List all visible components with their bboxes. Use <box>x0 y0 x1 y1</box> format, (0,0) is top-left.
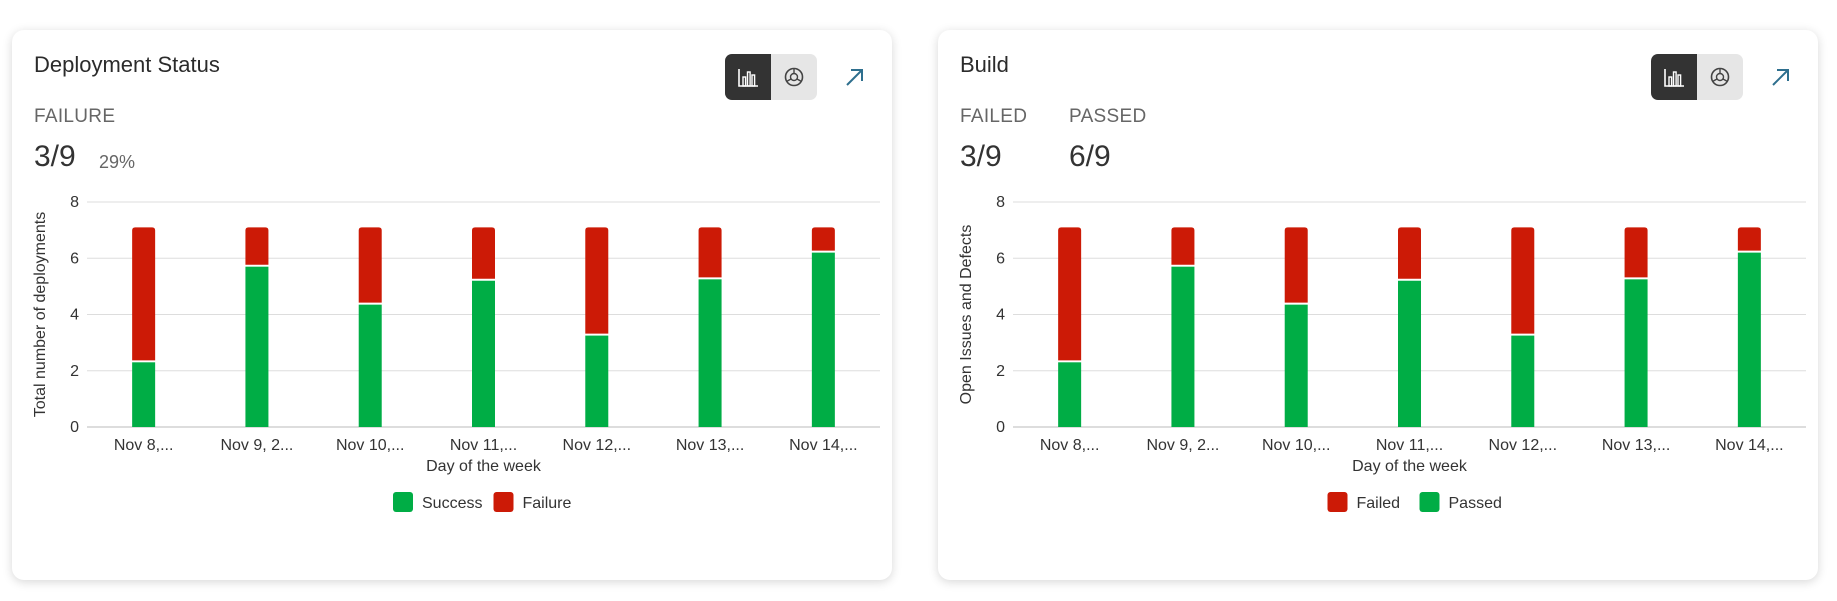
bar-failed <box>1624 227 1648 278</box>
x-tick-label: Nov 14,... <box>789 437 857 454</box>
legend-swatch-failed <box>1327 492 1348 512</box>
x-tick-label: Nov 10,... <box>336 437 404 454</box>
bar-failure <box>698 227 722 278</box>
deployment-status-card: Deployment Status FAILURE 3/9 29% 02468N <box>12 30 892 580</box>
expand-button[interactable] <box>1768 64 1794 90</box>
build-chart: 0 2 4 6 8 Nov 8,... Nov 9, 2... Nov 10,... Nov 1… <box>958 194 1806 512</box>
pie-chart-toggle-button[interactable] <box>1697 54 1743 100</box>
bar-passed <box>1284 304 1308 427</box>
failure-metric: FAILURE 3/9 29% <box>34 106 135 173</box>
x-tick-label: Nov 9, 2... <box>1146 437 1219 454</box>
x-tick-label: Nov 10,... <box>1262 437 1330 454</box>
x-tick-label: Nov 12,... <box>1489 437 1557 454</box>
bar-success <box>245 266 269 427</box>
bar-failure <box>132 227 156 361</box>
y-tick-label: 8 <box>996 194 1005 211</box>
y-tick-label: 6 <box>70 250 79 267</box>
y-tick-label: 4 <box>996 307 1005 324</box>
bar-chart-icon <box>738 69 758 87</box>
metric-value: 3/9 <box>960 140 1002 173</box>
pie-chart-toggle-button[interactable] <box>771 54 817 100</box>
bar-success <box>698 279 722 427</box>
legend-label-failure: Failure <box>523 495 572 512</box>
x-tick-label: Nov 13,... <box>676 437 744 454</box>
legend-swatch-failure <box>493 492 514 512</box>
x-tick-label: Nov 11,... <box>450 437 517 454</box>
legend-label-success: Success <box>422 495 482 512</box>
metric-percentage: 29% <box>99 152 136 172</box>
card-title: Build <box>960 52 1009 77</box>
pie-chart-icon <box>1710 67 1730 87</box>
y-tick-label: 4 <box>70 307 79 324</box>
metric-value: 3/9 <box>34 140 76 173</box>
bar-failure <box>811 227 835 251</box>
bar-failed <box>1058 227 1082 361</box>
arrow-up-right-icon <box>846 69 863 86</box>
x-tick-label: Nov 14,... <box>1715 437 1783 454</box>
bar-failed <box>1511 227 1535 334</box>
passed-metric: PASSED 6/9 <box>1069 106 1147 173</box>
expand-button[interactable] <box>842 64 868 90</box>
bar-success <box>132 362 156 427</box>
bar-passed <box>1511 335 1535 427</box>
y-tick-label: 0 <box>70 419 79 436</box>
x-tick-label: Nov 12,... <box>563 437 631 454</box>
bar-success <box>811 252 835 427</box>
x-axis-title: Day of the week <box>426 458 542 475</box>
metric-label: FAILED <box>960 106 1028 127</box>
bar-passed <box>1398 280 1421 427</box>
y-tick-label: 8 <box>70 194 79 211</box>
build-card: Build FAILED 3/9 PASSED 6/9 0 2 4 6 8 Nov… <box>938 30 1818 580</box>
bar-passed <box>1624 279 1648 427</box>
bar-success <box>585 335 609 427</box>
bar-chart-toggle-button[interactable] <box>725 54 771 100</box>
legend-label-passed: Passed <box>1449 495 1502 512</box>
bar-failed <box>1398 227 1421 279</box>
arrow-up-right-icon <box>1772 69 1789 86</box>
bar-passed <box>1058 362 1082 427</box>
bar-failure <box>472 227 495 279</box>
bar-failure <box>245 227 269 265</box>
x-tick-label: Nov 11,... <box>1376 437 1443 454</box>
bar-failed <box>1171 227 1195 265</box>
metric-label: FAILURE <box>34 106 116 127</box>
bar-success <box>358 304 382 427</box>
chart-type-toggle <box>725 54 817 100</box>
deployment-status-chart: 0 2 4 6 8 Nov 8,... Nov 9, 2... Nov 10,... Nov 1… <box>32 194 880 512</box>
bar-failed <box>1737 227 1761 251</box>
y-tick-label: 6 <box>996 250 1005 267</box>
legend-swatch-passed <box>1419 492 1440 512</box>
bar-chart-toggle-button[interactable] <box>1651 54 1697 100</box>
metric-value: 6/9 <box>1069 140 1111 173</box>
card-title: Deployment Status <box>34 52 220 77</box>
x-tick-label: Nov 8,... <box>114 437 174 454</box>
failed-metric: FAILED 3/9 <box>960 106 1028 173</box>
chart-type-toggle <box>1651 54 1743 100</box>
bar-failure <box>585 227 609 334</box>
y-axis-title: Total number of deployments <box>32 212 49 417</box>
bar-success <box>472 280 495 427</box>
y-tick-label: 0 <box>996 419 1005 436</box>
x-tick-label: Nov 8,... <box>1040 437 1100 454</box>
bar-passed <box>1737 252 1761 427</box>
y-tick-label: 2 <box>996 363 1005 380</box>
bar-passed <box>1171 266 1195 427</box>
x-tick-label: Nov 9, 2... <box>220 437 293 454</box>
metric-label: PASSED <box>1069 106 1147 127</box>
y-axis-title: Open Issues and Defects <box>958 225 975 405</box>
x-tick-label: Nov 13,... <box>1602 437 1670 454</box>
bar-chart-icon <box>1664 69 1684 87</box>
bar-failure <box>358 227 382 303</box>
pie-chart-icon <box>784 67 804 87</box>
y-tick-label: 2 <box>70 363 79 380</box>
bar-failed <box>1284 227 1308 303</box>
x-axis-title: Day of the week <box>1352 458 1468 475</box>
legend-label-failed: Failed <box>1357 495 1401 512</box>
legend-swatch-success <box>393 492 413 512</box>
